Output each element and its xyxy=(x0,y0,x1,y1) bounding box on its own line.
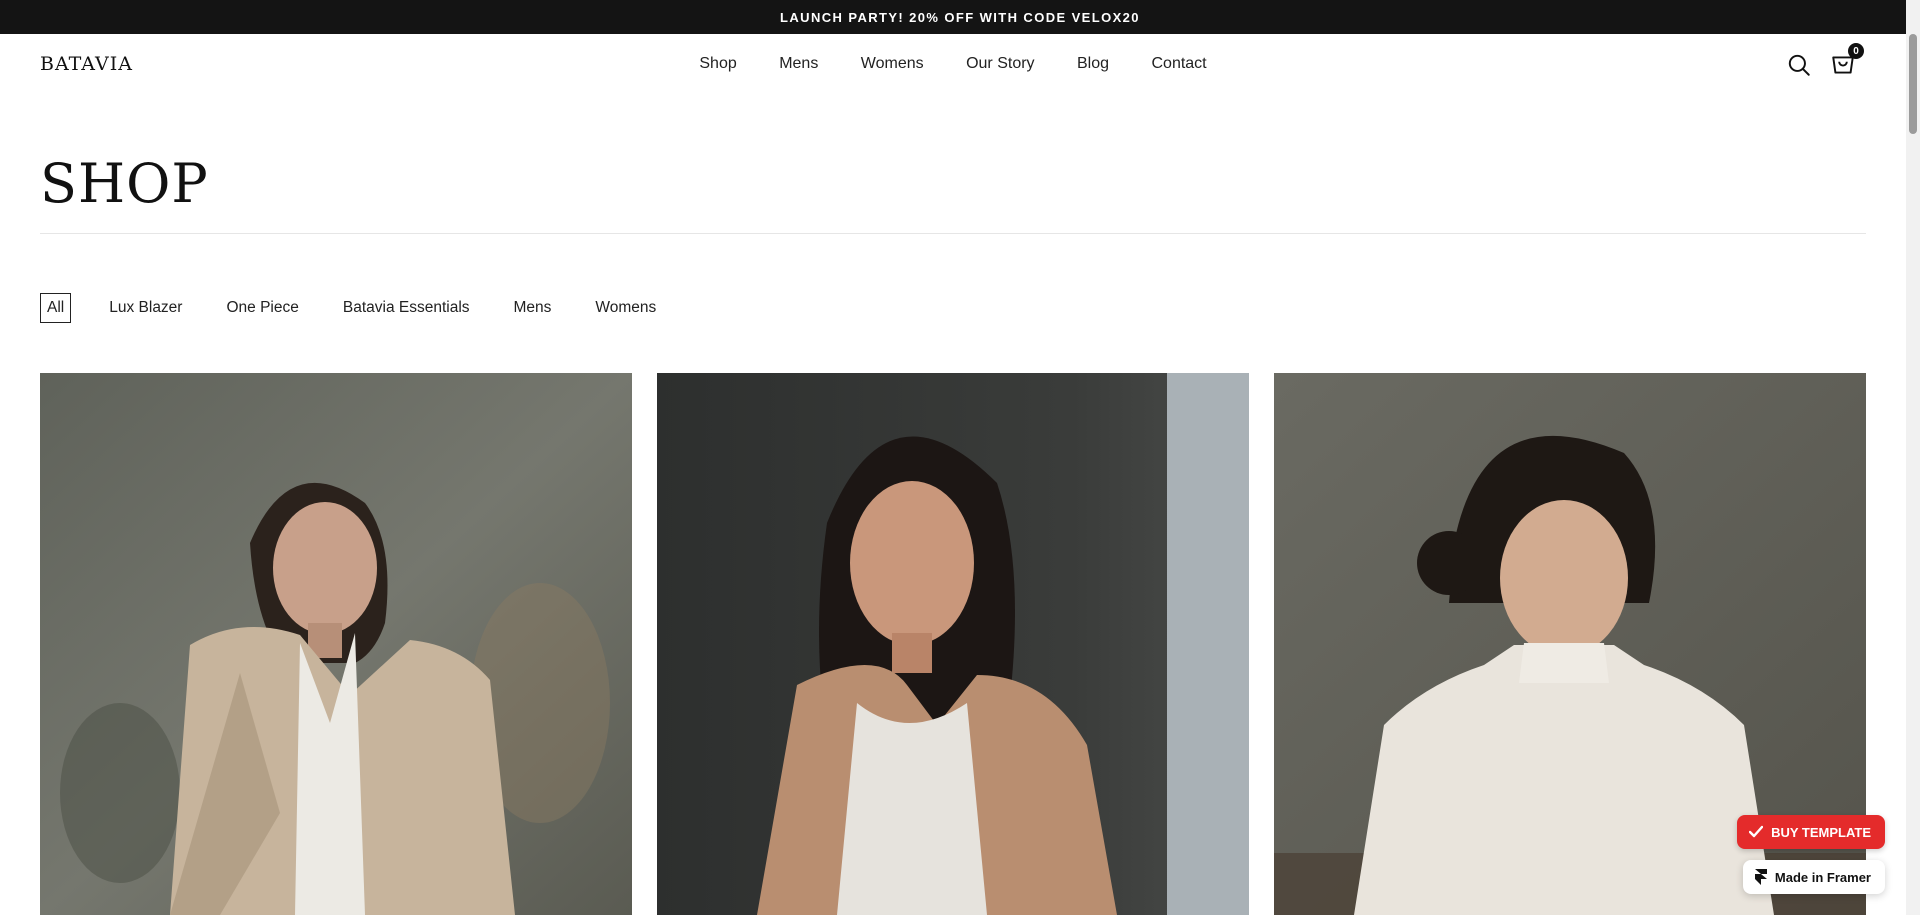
filter-lux-blazer[interactable]: Lux Blazer xyxy=(103,293,188,323)
scrollbar-thumb[interactable] xyxy=(1909,34,1917,134)
filter-one-piece[interactable]: One Piece xyxy=(220,293,304,323)
nav-blog[interactable]: Blog xyxy=(1077,55,1109,73)
filter-batavia-essentials[interactable]: Batavia Essentials xyxy=(337,293,476,323)
product-card[interactable] xyxy=(40,373,632,915)
scrollbar[interactable] xyxy=(1906,0,1920,915)
title-divider xyxy=(40,233,1866,234)
product-image xyxy=(657,373,1249,915)
buy-template-button[interactable]: BUY TEMPLATE xyxy=(1737,815,1885,849)
buy-template-label: BUY TEMPLATE xyxy=(1771,824,1871,840)
site-header: BATAVIA Shop Mens Womens Our Story Blog … xyxy=(0,34,1906,96)
check-icon xyxy=(1749,825,1764,838)
category-filters: All Lux Blazer One Piece Batavia Essenti… xyxy=(40,293,662,323)
framer-logo-icon xyxy=(1754,869,1767,885)
cart-count-badge: 0 xyxy=(1848,43,1864,59)
made-in-framer-badge[interactable]: Made in Framer xyxy=(1742,860,1885,894)
product-image xyxy=(40,373,632,915)
product-card[interactable] xyxy=(657,373,1249,915)
filter-all[interactable]: All xyxy=(40,293,72,323)
page-title: SHOP xyxy=(40,152,209,215)
filter-womens[interactable]: Womens xyxy=(589,293,662,323)
made-in-framer-label: Made in Framer xyxy=(1774,869,1871,885)
announcement-text: LAUNCH PARTY! 20% OFF WITH CODE VELOX20 xyxy=(780,9,1140,25)
nav-our-story[interactable]: Our Story xyxy=(966,55,1034,73)
nav-contact[interactable]: Contact xyxy=(1151,55,1206,73)
filter-mens[interactable]: Mens xyxy=(508,293,558,323)
nav-shop[interactable]: Shop xyxy=(699,55,736,73)
announcement-bar: LAUNCH PARTY! 20% OFF WITH CODE VELOX20 xyxy=(0,0,1920,34)
cart-button[interactable]: 0 xyxy=(1830,43,1864,78)
search-button[interactable] xyxy=(1786,52,1812,78)
main-nav: Shop Mens Womens Our Story Blog Contact xyxy=(0,55,1906,73)
nav-mens[interactable]: Mens xyxy=(779,55,818,73)
nav-womens[interactable]: Womens xyxy=(861,55,924,73)
search-icon xyxy=(1788,54,1810,76)
